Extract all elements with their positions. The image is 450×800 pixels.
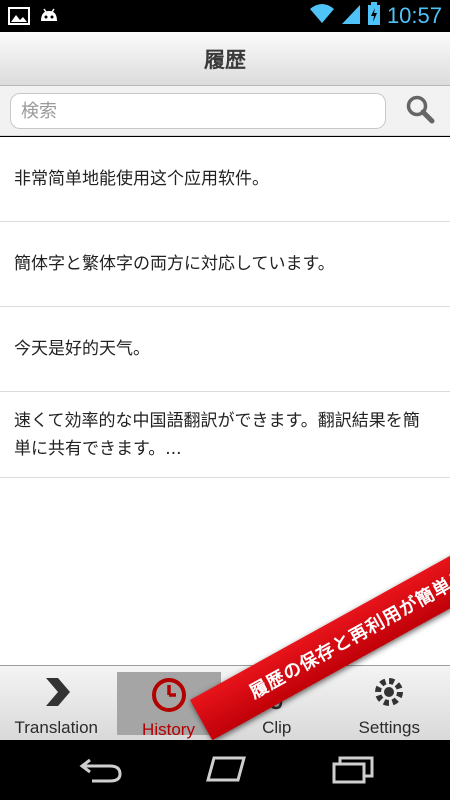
tab-label: Translation [14,718,98,737]
back-button[interactable] [78,754,124,788]
tab-label: History [142,720,195,739]
home-button[interactable] [204,754,250,788]
gear-icon [369,672,409,716]
recent-apps-button[interactable] [330,754,376,788]
status-bar: 10:57 [0,0,450,32]
back-icon [78,758,124,788]
history-item[interactable]: 非常简单地能使用这个应用软件。 [0,137,450,222]
search-bar [0,86,450,136]
title-bar: 履歴 [0,32,450,86]
search-input[interactable] [10,93,386,129]
chevron-right-icon [36,672,76,716]
recent-apps-icon [330,756,376,788]
android-notification-icon [38,6,60,30]
battery-icon [367,2,381,30]
navigation-bar [0,740,450,800]
page-title: 履歴 [204,47,246,72]
history-item-text: 簡体字と繁体字の両方に対応しています。 [14,254,335,274]
history-item[interactable]: 簡体字と繁体字の両方に対応しています。 [0,222,450,307]
history-item-text: 今天是好的天气。 [14,339,150,359]
history-list: 非常简单地能使用这个应用软件。 簡体字と繁体字の両方に対応しています。 今天是好… [0,137,450,665]
search-button[interactable] [400,94,440,128]
tab-label: Settings [358,718,420,737]
tab-translation[interactable]: Translation [0,666,113,741]
search-icon [405,94,435,128]
history-item[interactable]: 今天是好的天气。 [0,307,450,392]
image-notification-icon [8,6,30,30]
status-time: 10:57 [386,3,442,28]
tab-label: Clip [262,718,292,737]
history-item[interactable]: 速くて効率的な中国語翻訳ができます。翻訳結果を簡単に共有できます。... [0,392,450,478]
clock-icon [149,676,189,718]
history-item-text: 非常简单地能使用这个应用软件。 [14,169,269,189]
wifi-icon [309,3,335,29]
home-icon [204,756,250,788]
tab-settings[interactable]: Settings [333,666,446,741]
signal-icon [341,3,361,29]
history-item-text: 速くて効率的な中国語翻訳ができます。翻訳結果を簡単に共有できます。... [14,410,420,459]
